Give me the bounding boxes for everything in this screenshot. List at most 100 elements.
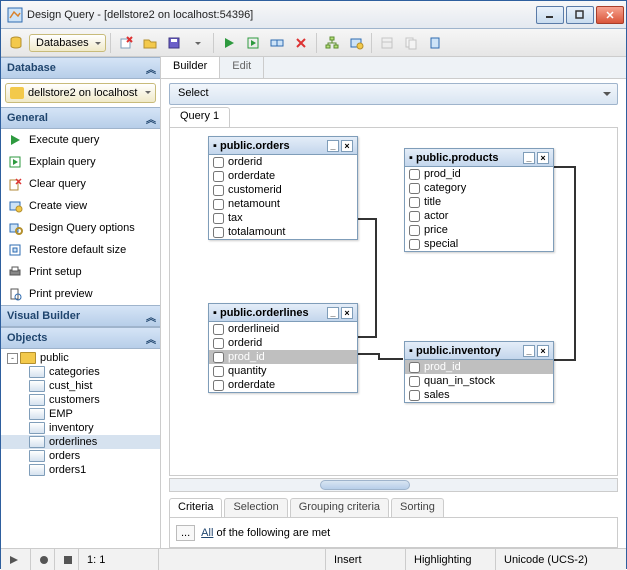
criteria-text[interactable]: All of the following are met [201, 527, 330, 539]
explain2-icon[interactable] [266, 32, 288, 54]
close-icon[interactable]: × [537, 152, 549, 164]
databases-dropdown[interactable]: Databases [29, 34, 106, 52]
create-view-item[interactable]: Create view [1, 195, 160, 217]
criteria-ellipsis[interactable]: ... [176, 525, 195, 541]
col-quantity[interactable]: quantity [209, 364, 357, 378]
table-icon[interactable] [376, 32, 398, 54]
close-button[interactable] [596, 6, 624, 24]
col-category[interactable]: category [405, 181, 553, 195]
minimize-button[interactable] [536, 6, 564, 24]
table-inventory[interactable]: ▪ public.inventory_× prod_id quan_in_sto… [404, 341, 554, 403]
join-line [574, 166, 576, 361]
col-prod-id[interactable]: prod_id [209, 350, 357, 364]
select-bar[interactable]: Select [169, 83, 618, 105]
tree-item-orderlines[interactable]: orderlines [1, 435, 160, 449]
tab-grouping[interactable]: Grouping criteria [290, 498, 389, 517]
col-sales[interactable]: sales [405, 388, 553, 402]
col-orderid[interactable]: orderid [209, 155, 357, 169]
tab-sorting[interactable]: Sorting [391, 498, 444, 517]
gear-icon [7, 220, 23, 236]
lock-icon: ▪ [213, 307, 217, 319]
canvas-scrollbar[interactable] [169, 478, 618, 492]
col-totalamount[interactable]: totalamount [209, 225, 357, 239]
close-icon[interactable]: × [537, 345, 549, 357]
table-orders[interactable]: ▪ public.orders_× orderid orderdate cust… [208, 136, 358, 240]
schema-icon [20, 352, 36, 364]
explain-icon[interactable] [242, 32, 264, 54]
lock-icon: ▪ [213, 140, 217, 152]
table-products[interactable]: ▪ public.products_× prod_id category tit… [404, 148, 554, 252]
filter-icon[interactable] [424, 32, 446, 54]
tab-edit[interactable]: Edit [220, 57, 264, 78]
tree-item-orders[interactable]: orders [1, 449, 160, 463]
col-prod-id[interactable]: prod_id [405, 360, 553, 374]
panel-database[interactable]: Database︽ [1, 57, 160, 79]
col-prod-id[interactable]: prod_id [405, 167, 553, 181]
close-icon[interactable]: × [341, 140, 353, 152]
execute-query-item[interactable]: Execute query [1, 129, 160, 151]
tree-item-emp[interactable]: EMP [1, 407, 160, 421]
clear-icon[interactable] [290, 32, 312, 54]
col-orderdate[interactable]: orderdate [209, 169, 357, 183]
tree-item-categories[interactable]: categories [1, 365, 160, 379]
col-price[interactable]: price [405, 223, 553, 237]
maximize-button[interactable] [566, 6, 594, 24]
save-dropdown-icon[interactable] [187, 32, 209, 54]
tab-selection[interactable]: Selection [224, 498, 287, 517]
col-quan-in-stock[interactable]: quan_in_stock [405, 374, 553, 388]
chevron-icon: ︽ [146, 331, 156, 346]
status-record-icon[interactable] [31, 549, 55, 570]
table-orderlines[interactable]: ▪ public.orderlines_× orderlineid orderi… [208, 303, 358, 393]
tree-item-cust-hist[interactable]: cust_hist [1, 379, 160, 393]
delete-row-icon[interactable] [115, 32, 137, 54]
join-line [553, 359, 576, 361]
clear-query-item[interactable]: Clear query [1, 173, 160, 195]
col-actor[interactable]: actor [405, 209, 553, 223]
query-canvas[interactable]: ▪ public.orders_× orderid orderdate cust… [169, 127, 618, 476]
chevron-icon: ︽ [146, 111, 156, 126]
print-preview-item[interactable]: Print preview [1, 283, 160, 305]
tree-item-customers[interactable]: customers [1, 393, 160, 407]
save-icon[interactable] [163, 32, 185, 54]
general-menu: Execute query Explain query Clear query … [1, 129, 160, 305]
tree-item-orders1[interactable]: orders1 [1, 463, 160, 477]
print-setup-item[interactable]: Print setup [1, 261, 160, 283]
tab-builder[interactable]: Builder [161, 57, 220, 78]
tree-root[interactable]: -public [1, 351, 160, 365]
panel-objects[interactable]: Objects︽ [1, 327, 160, 349]
options-item[interactable]: Design Query options [1, 217, 160, 239]
tree-icon[interactable] [321, 32, 343, 54]
open-icon[interactable] [139, 32, 161, 54]
status-play-icon[interactable] [1, 549, 31, 570]
view-icon[interactable] [345, 32, 367, 54]
query-tab[interactable]: Query 1 [169, 107, 230, 127]
minimize-icon[interactable]: _ [523, 152, 535, 164]
col-orderlineid[interactable]: orderlineid [209, 322, 357, 336]
col-special[interactable]: special [405, 237, 553, 251]
tab-criteria[interactable]: Criteria [169, 498, 222, 517]
col-netamount[interactable]: netamount [209, 197, 357, 211]
col-title[interactable]: title [405, 195, 553, 209]
status-stop-icon[interactable] [55, 549, 79, 570]
object-tree[interactable]: -public categories cust_hist customers E… [1, 349, 160, 548]
col-orderid[interactable]: orderid [209, 336, 357, 350]
close-icon[interactable]: × [341, 307, 353, 319]
tree-item-inventory[interactable]: inventory [1, 421, 160, 435]
execute-icon[interactable] [218, 32, 240, 54]
col-customerid[interactable]: customerid [209, 183, 357, 197]
col-orderdate[interactable]: orderdate [209, 378, 357, 392]
builder-tabbar: Builder Edit [161, 57, 626, 79]
collapse-icon[interactable]: - [7, 353, 18, 364]
panel-general[interactable]: General︽ [1, 107, 160, 129]
table-icon [29, 464, 45, 476]
minimize-icon[interactable]: _ [327, 140, 339, 152]
panel-visual-builder[interactable]: Visual Builder︽ [1, 305, 160, 327]
minimize-icon[interactable]: _ [523, 345, 535, 357]
explain-query-item[interactable]: Explain query [1, 151, 160, 173]
col-tax[interactable]: tax [209, 211, 357, 225]
copy-icon[interactable] [400, 32, 422, 54]
minimize-icon[interactable]: _ [327, 307, 339, 319]
database-selector[interactable]: dellstore2 on localhost [5, 83, 156, 103]
restore-size-item[interactable]: Restore default size [1, 239, 160, 261]
sidebar: Database︽ dellstore2 on localhost Genera… [1, 57, 161, 548]
